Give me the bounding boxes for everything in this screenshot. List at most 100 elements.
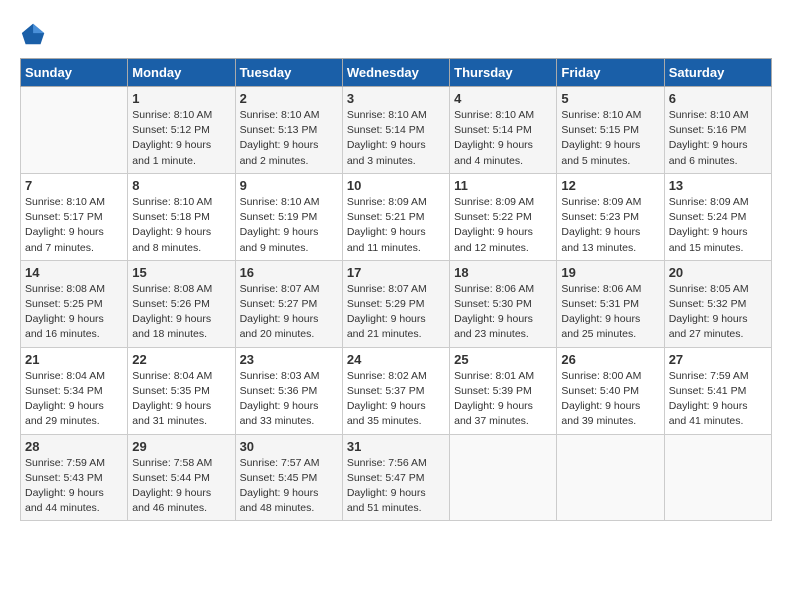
day-number: 8 (132, 178, 230, 193)
day-number: 1 (132, 91, 230, 106)
day-info: Sunrise: 8:09 AMSunset: 5:22 PMDaylight:… (454, 195, 552, 256)
page-header (20, 20, 772, 48)
day-cell: 9Sunrise: 8:10 AMSunset: 5:19 PMDaylight… (235, 173, 342, 260)
day-info: Sunrise: 8:10 AMSunset: 5:14 PMDaylight:… (454, 108, 552, 169)
day-number: 17 (347, 265, 445, 280)
day-cell: 21 Sunrise: 8:04 AMSunset: 5:34 PMDayligh… (21, 347, 128, 434)
day-cell: 7 Sunrise: 8:10 AMSunset: 5:17 PMDaylight… (21, 173, 128, 260)
day-cell: 19 Sunrise: 8:06 AMSunset: 5:31 PMDayligh… (557, 260, 664, 347)
day-number: 28 (25, 439, 123, 454)
day-number: 14 (25, 265, 123, 280)
day-cell: 2 Sunrise: 8:10 AMSunset: 5:13 PMDaylight… (235, 87, 342, 174)
day-cell: 14 Sunrise: 8:08 AMSunset: 5:25 PMDayligh… (21, 260, 128, 347)
day-number: 4 (454, 91, 552, 106)
day-number: 2 (240, 91, 338, 106)
day-info: Sunrise: 8:00 AMSunset: 5:40 PMDaylight:… (561, 369, 659, 430)
day-number: 26 (561, 352, 659, 367)
day-info: Sunrise: 8:10 AMSunset: 5:19 PMDaylight:… (240, 195, 338, 256)
day-number: 29 (132, 439, 230, 454)
day-info: Sunrise: 7:58 AMSunset: 5:44 PMDaylight:… (132, 456, 230, 517)
day-number: 24 (347, 352, 445, 367)
day-info: Sunrise: 8:08 AMSunset: 5:26 PMDaylight:… (132, 282, 230, 343)
day-number: 22 (132, 352, 230, 367)
header-thursday: Thursday (450, 59, 557, 87)
day-number: 12 (561, 178, 659, 193)
day-info: Sunrise: 8:10 AMSunset: 5:13 PMDaylight:… (240, 108, 338, 169)
day-info: Sunrise: 8:07 AMSunset: 5:29 PMDaylight:… (347, 282, 445, 343)
day-number: 16 (240, 265, 338, 280)
day-cell: 15 Sunrise: 8:08 AMSunset: 5:26 PMDayligh… (128, 260, 235, 347)
day-cell: 5 Sunrise: 8:10 AMSunset: 5:15 PMDaylight… (557, 87, 664, 174)
header-sunday: Sunday (21, 59, 128, 87)
day-cell: 13 Sunrise: 8:09 AMSunset: 5:24 PMDayligh… (664, 173, 771, 260)
day-number: 18 (454, 265, 552, 280)
day-info: Sunrise: 8:06 AMSunset: 5:30 PMDaylight:… (454, 282, 552, 343)
day-info: Sunrise: 8:07 AMSunset: 5:27 PMDaylight:… (240, 282, 338, 343)
day-number: 25 (454, 352, 552, 367)
day-number: 10 (347, 178, 445, 193)
day-cell: 6 Sunrise: 8:10 AMSunset: 5:16 PMDaylight… (664, 87, 771, 174)
day-cell (21, 87, 128, 174)
day-cell: 27 Sunrise: 7:59 AMSunset: 5:41 PMDayligh… (664, 347, 771, 434)
day-cell: 18 Sunrise: 8:06 AMSunset: 5:30 PMDayligh… (450, 260, 557, 347)
day-cell (557, 434, 664, 521)
day-cell: 20Sunrise: 8:05 AMSunset: 5:32 PMDayligh… (664, 260, 771, 347)
day-cell: 11 Sunrise: 8:09 AMSunset: 5:22 PMDayligh… (450, 173, 557, 260)
day-cell: 23Sunrise: 8:03 AMSunset: 5:36 PMDayligh… (235, 347, 342, 434)
day-info: Sunrise: 7:56 AMSunset: 5:47 PMDaylight:… (347, 456, 445, 517)
day-cell: 12 Sunrise: 8:09 AMSunset: 5:23 PMDayligh… (557, 173, 664, 260)
day-cell: 3 Sunrise: 8:10 AMSunset: 5:14 PMDaylight… (342, 87, 449, 174)
day-number: 3 (347, 91, 445, 106)
day-cell: 25 Sunrise: 8:01 AMSunset: 5:39 PMDayligh… (450, 347, 557, 434)
day-cell: 16 Sunrise: 8:07 AMSunset: 5:27 PMDayligh… (235, 260, 342, 347)
day-cell: 8 Sunrise: 8:10 AMSunset: 5:18 PMDaylight… (128, 173, 235, 260)
day-info: Sunrise: 8:06 AMSunset: 5:31 PMDaylight:… (561, 282, 659, 343)
day-cell: 17 Sunrise: 8:07 AMSunset: 5:29 PMDayligh… (342, 260, 449, 347)
day-info: Sunrise: 8:10 AMSunset: 5:12 PMDaylight:… (132, 108, 230, 169)
day-info: Sunrise: 8:09 AMSunset: 5:21 PMDaylight:… (347, 195, 445, 256)
week-row-2: 7 Sunrise: 8:10 AMSunset: 5:17 PMDaylight… (21, 173, 772, 260)
day-number: 31 (347, 439, 445, 454)
day-number: 6 (669, 91, 767, 106)
day-cell: 29 Sunrise: 7:58 AMSunset: 5:44 PMDayligh… (128, 434, 235, 521)
day-info: Sunrise: 8:02 AMSunset: 5:37 PMDaylight:… (347, 369, 445, 430)
day-info: Sunrise: 8:10 AMSunset: 5:17 PMDaylight:… (25, 195, 123, 256)
day-info: Sunrise: 7:59 AMSunset: 5:41 PMDaylight:… (669, 369, 767, 430)
day-cell: 24 Sunrise: 8:02 AMSunset: 5:37 PMDayligh… (342, 347, 449, 434)
day-number: 27 (669, 352, 767, 367)
day-cell: 22Sunrise: 8:04 AMSunset: 5:35 PMDayligh… (128, 347, 235, 434)
day-cell: 4 Sunrise: 8:10 AMSunset: 5:14 PMDaylight… (450, 87, 557, 174)
day-info: Sunrise: 8:08 AMSunset: 5:25 PMDaylight:… (25, 282, 123, 343)
header-tuesday: Tuesday (235, 59, 342, 87)
day-number: 11 (454, 178, 552, 193)
day-info: Sunrise: 8:10 AMSunset: 5:18 PMDaylight:… (132, 195, 230, 256)
day-cell: 28Sunrise: 7:59 AMSunset: 5:43 PMDayligh… (21, 434, 128, 521)
day-cell: 30Sunrise: 7:57 AMSunset: 5:45 PMDayligh… (235, 434, 342, 521)
day-number: 13 (669, 178, 767, 193)
day-number: 20 (669, 265, 767, 280)
day-info: Sunrise: 8:01 AMSunset: 5:39 PMDaylight:… (454, 369, 552, 430)
day-info: Sunrise: 8:10 AMSunset: 5:16 PMDaylight:… (669, 108, 767, 169)
logo-icon (20, 20, 48, 48)
day-number: 23 (240, 352, 338, 367)
day-number: 7 (25, 178, 123, 193)
day-number: 5 (561, 91, 659, 106)
day-info: Sunrise: 8:10 AMSunset: 5:15 PMDaylight:… (561, 108, 659, 169)
day-number: 21 (25, 352, 123, 367)
calendar-header-row: SundayMondayTuesdayWednesdayThursdayFrid… (21, 59, 772, 87)
header-monday: Monday (128, 59, 235, 87)
day-cell: 1 Sunrise: 8:10 AMSunset: 5:12 PMDaylight… (128, 87, 235, 174)
day-info: Sunrise: 8:09 AMSunset: 5:24 PMDaylight:… (669, 195, 767, 256)
day-number: 30 (240, 439, 338, 454)
day-info: Sunrise: 8:09 AMSunset: 5:23 PMDaylight:… (561, 195, 659, 256)
day-info: Sunrise: 8:10 AMSunset: 5:14 PMDaylight:… (347, 108, 445, 169)
day-number: 19 (561, 265, 659, 280)
week-row-4: 21 Sunrise: 8:04 AMSunset: 5:34 PMDayligh… (21, 347, 772, 434)
day-info: Sunrise: 8:04 AMSunset: 5:34 PMDaylight:… (25, 369, 123, 430)
week-row-1: 1 Sunrise: 8:10 AMSunset: 5:12 PMDaylight… (21, 87, 772, 174)
header-wednesday: Wednesday (342, 59, 449, 87)
day-number: 15 (132, 265, 230, 280)
header-saturday: Saturday (664, 59, 771, 87)
header-friday: Friday (557, 59, 664, 87)
week-row-3: 14 Sunrise: 8:08 AMSunset: 5:25 PMDayligh… (21, 260, 772, 347)
